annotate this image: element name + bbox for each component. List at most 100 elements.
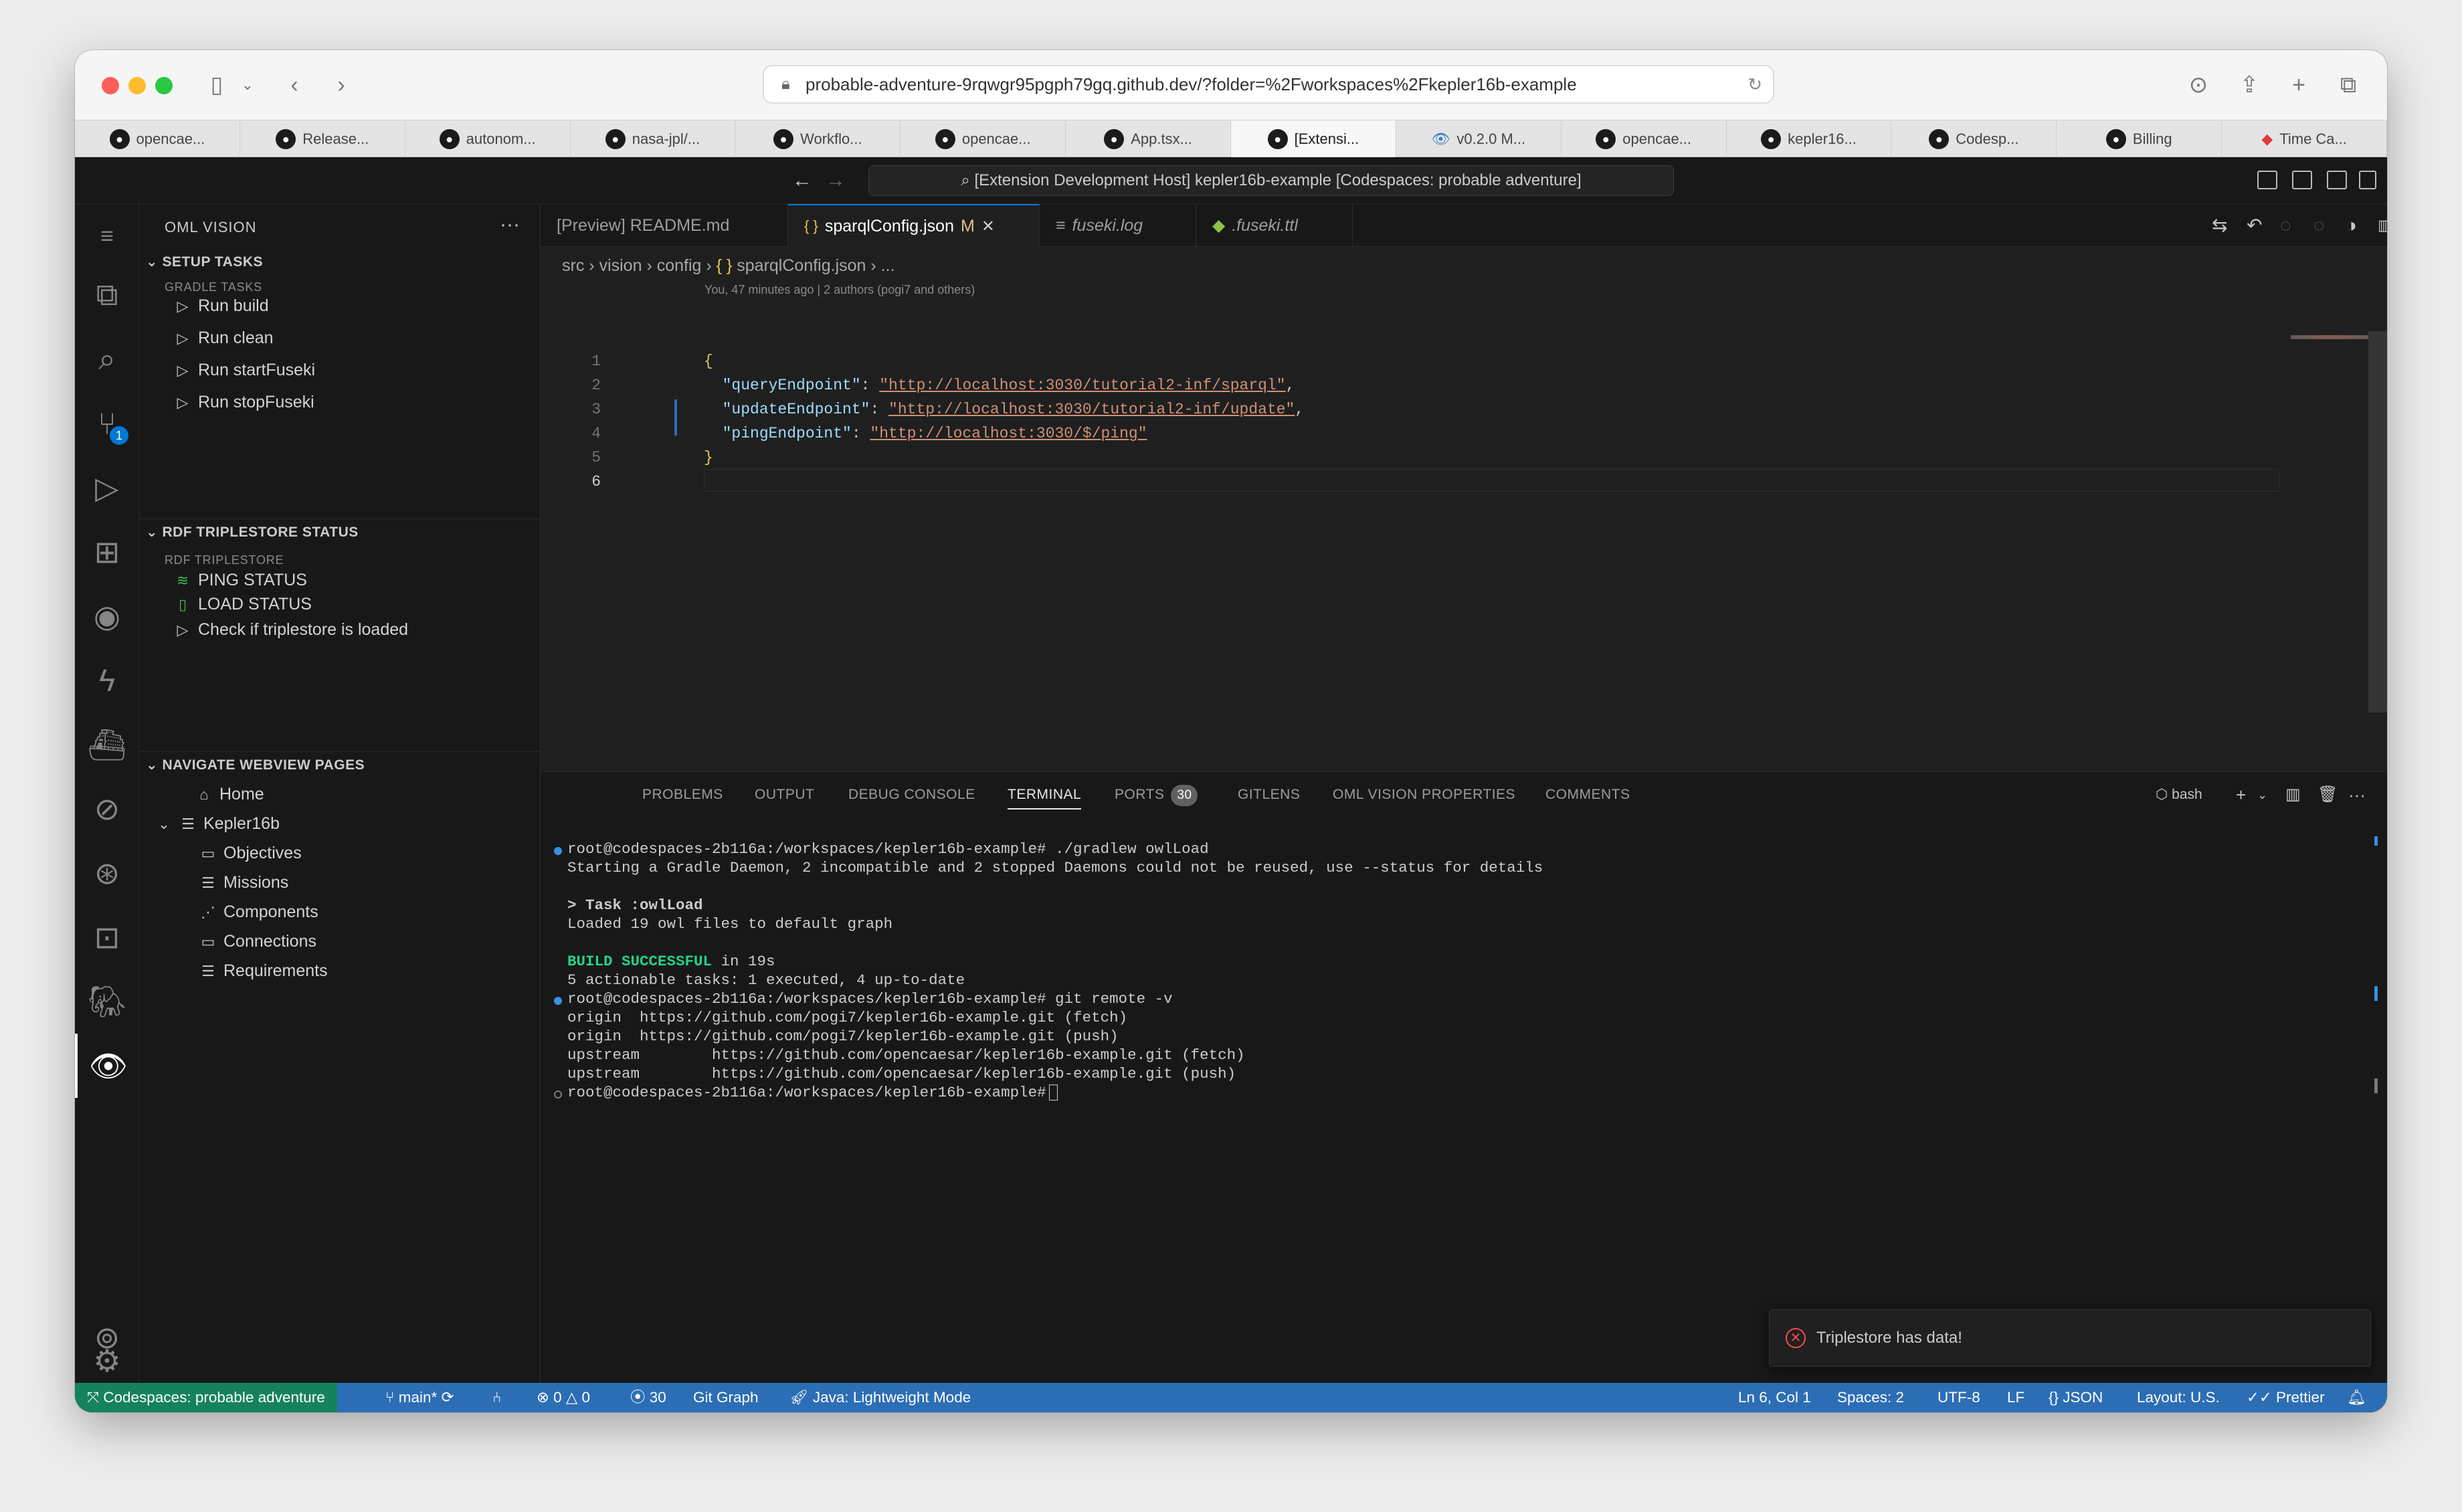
command-success-decoration[interactable] (554, 847, 562, 855)
toggle-panel-icon[interactable] (2292, 171, 2312, 189)
tab-gitlens[interactable]: GITLENS (1238, 772, 1300, 818)
remote-indicator[interactable]: ⤧ Codespaces: probable adventure (75, 1383, 337, 1412)
reload-icon[interactable]: ↻ (1747, 66, 1762, 102)
breadcrumb-config[interactable]: config (657, 256, 702, 275)
code-line[interactable]: "updateEndpoint": "http://localhost:3030… (704, 401, 1305, 418)
run-debug-icon[interactable]: ▷ (75, 456, 139, 520)
editor-scrollbar[interactable] (2368, 331, 2387, 713)
browser-tab[interactable]: ● [Extensi... (1231, 120, 1396, 158)
more-actions-icon[interactable]: ··· (2348, 772, 2366, 818)
tab-fuseki-log[interactable]: ≡ fuseki.log (1040, 204, 1196, 247)
split-editor-icon[interactable]: ▥ (2378, 204, 2387, 247)
publish-icon[interactable]: ⑃ (492, 1383, 502, 1412)
github-icon[interactable]: ◉ (75, 584, 139, 648)
code-line[interactable]: "queryEndpoint": "http://localhost:3030/… (704, 377, 1295, 394)
browser-tab[interactable]: ● nasa-jpl/... (571, 120, 736, 158)
check-triplestore-loaded[interactable]: ▷ Check if triplestore is loaded (174, 620, 409, 640)
language-mode[interactable]: {} JSON (2049, 1383, 2103, 1412)
gradle-icon[interactable]: 🐘︎ (75, 969, 139, 1034)
breadcrumb-vision[interactable]: vision (599, 256, 642, 275)
command-success-decoration[interactable] (554, 997, 562, 1005)
nav-home[interactable]: ⌂ Home (195, 785, 264, 804)
toggle-sidebar-icon[interactable] (2257, 171, 2277, 189)
share-icon[interactable]: ⇪ (2233, 69, 2265, 101)
nav-kepler16b[interactable]: ⌄ ☰ Kepler16b (155, 814, 280, 834)
trash-icon[interactable]: 🗑︎ (2317, 772, 2338, 818)
load-status-item[interactable]: ▯ LOAD STATUS (174, 595, 312, 614)
task-run-clean[interactable]: ▷ Run clean (174, 328, 274, 348)
nav-components[interactable]: ⋰ Components (199, 903, 318, 922)
browser-tab[interactable]: ● Billing (2057, 120, 2222, 158)
terminal-shell-selector[interactable]: ⬡ bash (2156, 772, 2202, 818)
menu-icon[interactable]: ≡ (75, 204, 139, 268)
branch-indicator[interactable]: ⑂ main* ⟳ (385, 1383, 454, 1412)
keyboard-layout[interactable]: Layout: U.S. (2137, 1383, 2220, 1412)
rdf-status-header[interactable]: ⌄ RDF TRIPLESTORE STATUS (146, 524, 359, 541)
breadcrumb-more[interactable]: ... (881, 256, 895, 275)
tab-debug-console[interactable]: DEBUG CONSOLE (848, 772, 975, 818)
chevron-down-icon[interactable]: ⌄ (231, 69, 264, 101)
browser-tab[interactable]: 👁︎ v0.2.0 M... (1396, 120, 1561, 158)
minimize-window-button[interactable] (128, 77, 146, 94)
browser-tab[interactable]: ◆ Time Ca... (2222, 120, 2387, 158)
git-blame-annotation[interactable]: You, 47 minutes ago | 2 authors (pogi7 a… (704, 283, 975, 297)
cursor-position[interactable]: Ln 6, Col 1 (1738, 1383, 1811, 1412)
browser-tab[interactable]: ● Workflo... (735, 120, 901, 158)
next-change-icon[interactable]: ◌ (2313, 204, 2325, 247)
tab-oml-vision-properties[interactable]: OML VISION PROPERTIES (1333, 772, 1515, 818)
revert-icon[interactable]: ↶ (2247, 204, 2262, 247)
terminal-prompt[interactable]: root@codespaces-2b116a:/workspaces/keple… (567, 1084, 1058, 1101)
explorer-icon[interactable]: ⧉ (75, 263, 139, 327)
ports-indicator[interactable]: ⦿ 30 (630, 1383, 666, 1412)
encoding[interactable]: UTF-8 (1937, 1383, 1980, 1412)
compare-changes-icon[interactable]: ⇆ (2212, 204, 2227, 247)
problems-indicator[interactable]: ⊗ 0 △ 0 (537, 1383, 590, 1412)
search-icon[interactable]: ⌕ (75, 327, 139, 391)
browser-tab[interactable]: ● opencae... (901, 120, 1066, 158)
task-run-build[interactable]: ▷ Run build (174, 296, 269, 316)
sidebar-toggle-icon[interactable]: ▯ (201, 69, 233, 101)
toggle-secondary-sidebar-icon[interactable] (2327, 171, 2347, 189)
new-terminal-icon[interactable]: + (2236, 772, 2246, 818)
tab-comments[interactable]: COMMENTS (1545, 772, 1630, 818)
more-actions-icon[interactable]: ··· (500, 213, 520, 236)
browser-tab[interactable]: ● Release... (240, 120, 405, 158)
browser-tab[interactable]: ● autonom... (405, 120, 571, 158)
nav-missions[interactable]: ☰ Missions (199, 873, 288, 892)
code-line[interactable]: { (704, 353, 713, 370)
customize-layout-icon[interactable] (2359, 171, 2376, 189)
browser-tab[interactable]: ● opencae... (75, 120, 240, 158)
command-center[interactable]: ⌕ [Extension Development Host] kepler16b… (868, 165, 1674, 196)
browser-tab[interactable]: ● kepler16... (1727, 120, 1892, 158)
zoom-window-button[interactable] (155, 77, 173, 94)
notifications-bell-icon[interactable]: 🔔︎ (2347, 1383, 2366, 1412)
back-arrow-icon[interactable]: ← (792, 165, 812, 196)
docker-icon[interactable]: ⛴ (75, 713, 139, 777)
forward-arrow-icon[interactable]: → (826, 165, 846, 196)
close-window-button[interactable] (102, 77, 119, 94)
tab-overview-icon[interactable]: ⧉ (2332, 69, 2364, 101)
tab-ports[interactable]: PORTS 30 (1115, 772, 1198, 818)
code-line[interactable]: } (704, 449, 713, 466)
source-control-icon[interactable]: ⑂ 1 (75, 391, 139, 456)
nav-connections[interactable]: ▭ Connections (199, 932, 316, 951)
tab-output[interactable]: OUTPUT (755, 772, 814, 818)
task-run-stopfuseki[interactable]: ▷ Run stopFuseki (174, 393, 314, 412)
download-icon[interactable]: ⊙ (2182, 69, 2214, 101)
browser-tab[interactable]: ● App.tsx... (1066, 120, 1232, 158)
close-tab-icon[interactable]: ✕ (981, 217, 995, 236)
browser-tab[interactable]: ● Codesp... (1891, 120, 2057, 158)
extensions-icon[interactable]: ⊞ (75, 520, 139, 584)
forward-icon[interactable]: › (325, 69, 357, 101)
git-graph-button[interactable]: Git Graph (693, 1383, 759, 1412)
end-of-line[interactable]: LF (2007, 1383, 2024, 1412)
tab-fuseki-ttl[interactable]: ◆ .fuseki.ttl (1196, 204, 1353, 247)
tab-problems[interactable]: PROBLEMS (642, 772, 723, 818)
command-pending-decoration[interactable] (554, 1091, 562, 1099)
chevron-down-icon[interactable]: ⌄ (2257, 772, 2267, 818)
address-bar[interactable]: 🔒︎ probable-adventure-9rqwgr95pgph79gq.g… (763, 65, 1774, 104)
new-tab-icon[interactable]: + (2283, 69, 2315, 101)
gitlens-icon[interactable]: ⊘ (75, 777, 139, 841)
ping-status-item[interactable]: ≋ PING STATUS (174, 571, 307, 590)
navigate-webview-header[interactable]: ⌄ NAVIGATE WEBVIEW PAGES (146, 757, 365, 773)
